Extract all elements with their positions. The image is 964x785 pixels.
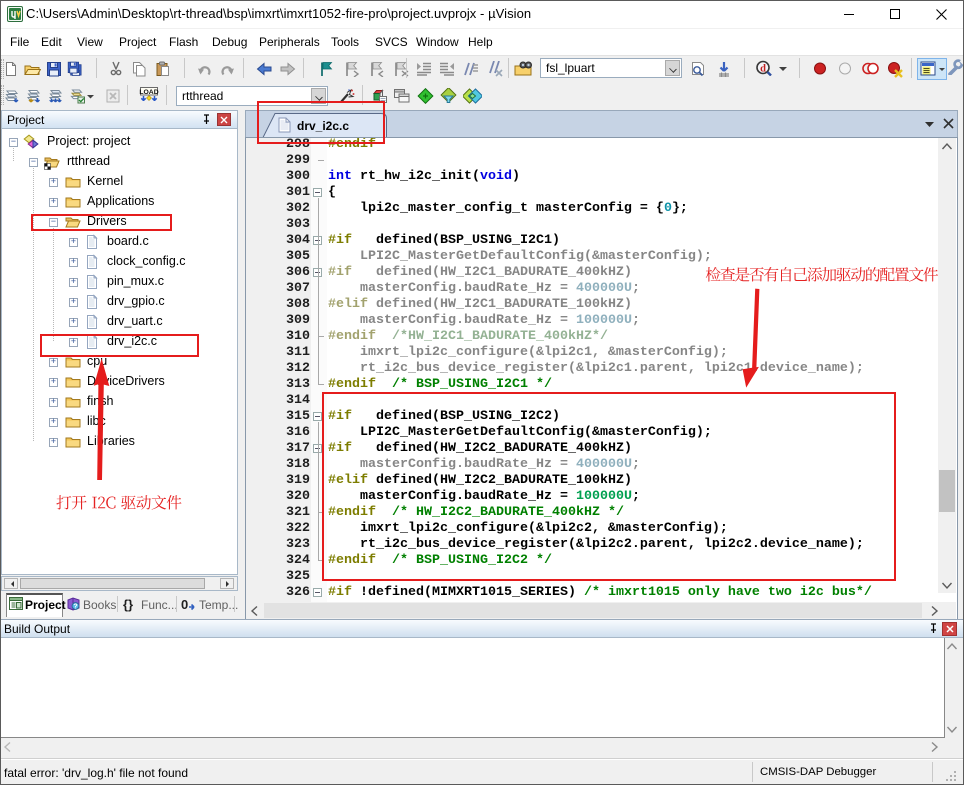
svg-text:?: ? xyxy=(73,604,77,611)
svg-text:LOAD: LOAD xyxy=(139,89,158,96)
svg-text:d: d xyxy=(760,64,766,75)
